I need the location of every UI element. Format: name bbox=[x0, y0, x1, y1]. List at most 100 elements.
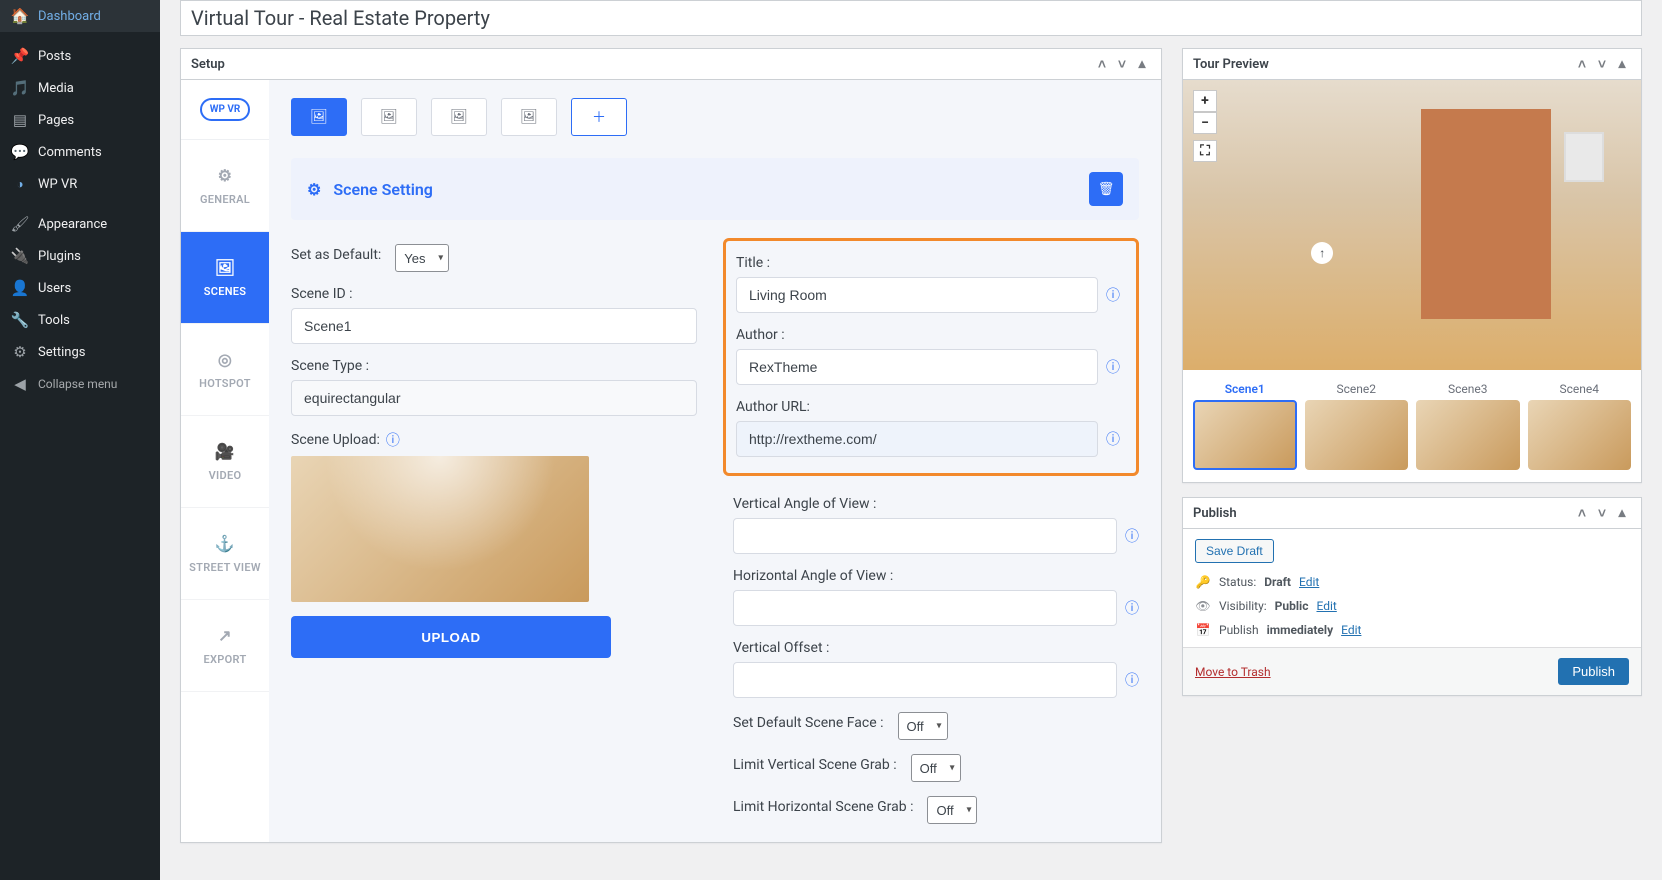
scene-tab-4[interactable]: 🖼 bbox=[501, 98, 557, 136]
menu-label: Media bbox=[38, 81, 74, 96]
scene-card-label: Scene4 bbox=[1559, 382, 1599, 396]
plus-icon: ＋ bbox=[592, 107, 606, 127]
info-icon[interactable]: ⓘ bbox=[1106, 357, 1120, 377]
info-icon[interactable]: ⓘ bbox=[1106, 429, 1120, 449]
edit-schedule-link[interactable]: Edit bbox=[1341, 623, 1361, 637]
toggle-button[interactable]: ▴ bbox=[1613, 55, 1631, 73]
v-angle-input[interactable] bbox=[733, 518, 1117, 554]
fullscreen-button[interactable]: ⛶ bbox=[1193, 140, 1217, 162]
menu-settings[interactable]: ⚙Settings bbox=[0, 336, 160, 368]
wpvr-icon: ◑ bbox=[10, 174, 30, 194]
scene-tab-1[interactable]: 🖼 bbox=[291, 98, 347, 136]
media-icon: 🎵 bbox=[10, 78, 30, 98]
v-offset-input[interactable] bbox=[733, 662, 1117, 698]
menu-label: Tools bbox=[38, 313, 70, 328]
author-input[interactable] bbox=[736, 349, 1098, 385]
move-up-button[interactable]: ˄ bbox=[1093, 55, 1111, 73]
move-down-button[interactable]: ˅ bbox=[1593, 504, 1611, 522]
delete-scene-button[interactable]: 🗑 bbox=[1089, 172, 1123, 206]
status-value: Draft bbox=[1264, 575, 1291, 589]
nav-export[interactable]: ↗EXPORT bbox=[181, 600, 269, 692]
nav-scenes[interactable]: 🖼SCENES bbox=[181, 232, 269, 324]
h-angle-label: Horizontal Angle of View : bbox=[733, 568, 1139, 584]
preview-decor bbox=[1564, 132, 1604, 182]
h-angle-input[interactable] bbox=[733, 590, 1117, 626]
scene-card-3[interactable]: Scene3 bbox=[1416, 382, 1520, 470]
scene-card-1[interactable]: Scene1 bbox=[1193, 382, 1297, 470]
video-icon: 🎥 bbox=[215, 442, 235, 461]
main-content: Virtual Tour - Real Estate Property Setu… bbox=[160, 0, 1662, 880]
set-default-label: Set as Default: bbox=[291, 247, 381, 263]
scene-tab-3[interactable]: 🖼 bbox=[431, 98, 487, 136]
menu-posts[interactable]: 📌Posts bbox=[0, 40, 160, 72]
default-face-select[interactable]: Off bbox=[898, 712, 948, 740]
move-up-button[interactable]: ˄ bbox=[1573, 504, 1591, 522]
hotspot-marker[interactable]: ↑ bbox=[1311, 242, 1333, 264]
move-down-button[interactable]: ˅ bbox=[1593, 55, 1611, 73]
menu-comments[interactable]: 💬Comments bbox=[0, 136, 160, 168]
limit-h-select[interactable]: Off bbox=[927, 796, 977, 824]
nav-label: HOTSPOT bbox=[199, 377, 251, 390]
scene-tab-add[interactable]: ＋ bbox=[571, 98, 627, 136]
nav-hotspot[interactable]: ◎HOTSPOT bbox=[181, 324, 269, 416]
menu-tools[interactable]: 🔧Tools bbox=[0, 304, 160, 336]
menu-collapse[interactable]: ◀Collapse menu bbox=[0, 368, 160, 400]
menu-media[interactable]: 🎵 Media bbox=[0, 72, 160, 104]
move-down-button[interactable]: ˅ bbox=[1113, 55, 1131, 73]
preview-decor bbox=[1421, 109, 1551, 319]
scene-id-label: Scene ID : bbox=[291, 286, 697, 302]
page-title-input[interactable]: Virtual Tour - Real Estate Property bbox=[180, 0, 1642, 36]
image-icon: 🖼 bbox=[380, 109, 398, 125]
toggle-button[interactable]: ▴ bbox=[1133, 55, 1151, 73]
edit-visibility-link[interactable]: Edit bbox=[1316, 599, 1336, 613]
menu-dashboard[interactable]: 🏠Dashboard bbox=[0, 0, 160, 32]
menu-label: Users bbox=[38, 281, 71, 296]
limit-v-select[interactable]: Off bbox=[911, 754, 961, 782]
title-input[interactable] bbox=[736, 277, 1098, 313]
menu-users[interactable]: 👤Users bbox=[0, 272, 160, 304]
setup-header: Setup ˄ ˅ ▴ bbox=[181, 49, 1161, 80]
info-icon[interactable]: ⓘ bbox=[1125, 526, 1139, 546]
info-icon[interactable]: ⓘ bbox=[1125, 598, 1139, 618]
publish-title: Publish bbox=[1193, 506, 1237, 521]
move-up-button[interactable]: ˄ bbox=[1573, 55, 1591, 73]
info-icon[interactable]: ⓘ bbox=[386, 430, 400, 450]
scene-card-2[interactable]: Scene2 bbox=[1305, 382, 1409, 470]
menu-wpvr[interactable]: ◑WP VR bbox=[0, 168, 160, 200]
nav-street-view[interactable]: ⚓STREET VIEW bbox=[181, 508, 269, 600]
default-face-label: Set Default Scene Face : bbox=[733, 715, 884, 731]
v-offset-label: Vertical Offset : bbox=[733, 640, 1139, 656]
menu-label: Dashboard bbox=[38, 9, 101, 24]
menu-appearance[interactable]: 🖌Appearance bbox=[0, 208, 160, 240]
menu-pages[interactable]: ▤Pages bbox=[0, 104, 160, 136]
brush-icon: 🖌 bbox=[10, 214, 30, 234]
publish-button[interactable]: Publish bbox=[1558, 658, 1629, 685]
info-icon[interactable]: ⓘ bbox=[1106, 285, 1120, 305]
preview-viewport[interactable]: + − ⛶ ↑ bbox=[1183, 80, 1641, 370]
zoom-out-button[interactable]: − bbox=[1193, 112, 1217, 134]
image-icon: 🖼 bbox=[310, 109, 328, 125]
limit-v-label: Limit Vertical Scene Grab : bbox=[733, 757, 897, 773]
author-url-input[interactable] bbox=[736, 421, 1098, 457]
save-draft-button[interactable]: Save Draft bbox=[1195, 539, 1274, 563]
toggle-button[interactable]: ▴ bbox=[1613, 504, 1631, 522]
schedule-label: Publish bbox=[1219, 623, 1259, 637]
zoom-in-button[interactable]: + bbox=[1193, 90, 1217, 112]
tour-preview-header: Tour Preview ˄ ˅ ▴ bbox=[1183, 49, 1641, 80]
v-angle-label: Vertical Angle of View : bbox=[733, 496, 1139, 512]
edit-status-link[interactable]: Edit bbox=[1299, 575, 1319, 589]
nav-video[interactable]: 🎥 VIDEO bbox=[181, 416, 269, 508]
arrow-up-icon: ↑ bbox=[1319, 246, 1325, 260]
scene-card-4[interactable]: Scene4 bbox=[1528, 382, 1632, 470]
set-default-select[interactable]: Yes bbox=[395, 244, 449, 272]
visibility-row: 👁 Visibility: Public Edit bbox=[1195, 599, 1629, 613]
menu-plugins[interactable]: 🔌Plugins bbox=[0, 240, 160, 272]
scene-id-input[interactable] bbox=[291, 308, 697, 344]
trash-icon: 🗑 bbox=[1098, 182, 1115, 197]
scene-tab-2[interactable]: 🖼 bbox=[361, 98, 417, 136]
upload-button[interactable]: UPLOAD bbox=[291, 616, 611, 658]
nav-general[interactable]: ⚙GENERAL bbox=[181, 140, 269, 232]
info-icon[interactable]: ⓘ bbox=[1125, 670, 1139, 690]
nav-label: VIDEO bbox=[209, 469, 242, 482]
move-to-trash-link[interactable]: Move to Trash bbox=[1195, 665, 1271, 679]
